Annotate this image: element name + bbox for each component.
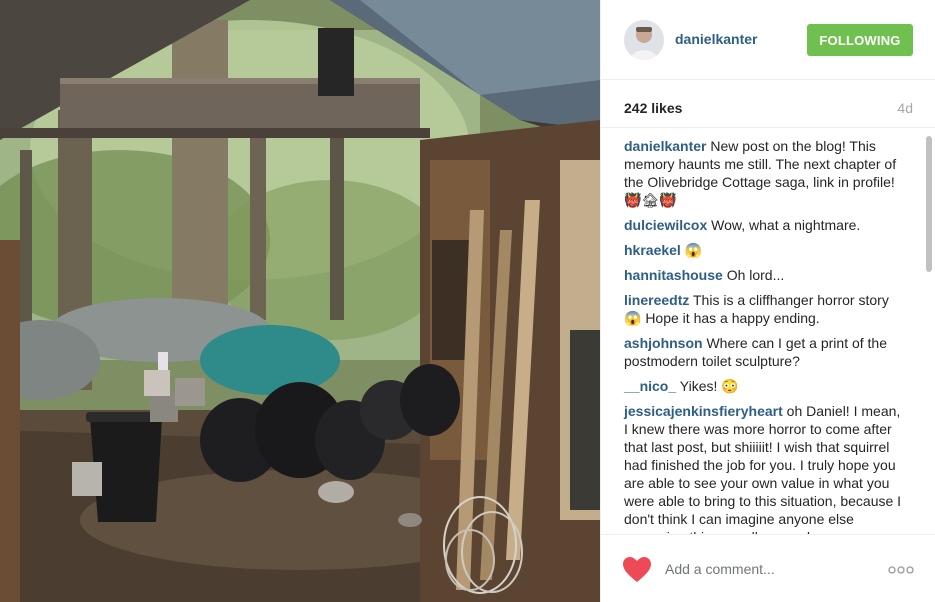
comment-username[interactable]: jessicajenkinsfieryheart bbox=[624, 403, 783, 419]
comment-list: danielkanter New post on the blog! This … bbox=[601, 128, 904, 534]
more-options-button[interactable] bbox=[887, 563, 915, 575]
comment-username[interactable]: hkraekel bbox=[624, 242, 681, 258]
post-side-panel: danielkanter FOLLOWING 242 likes 4d dani… bbox=[600, 0, 935, 602]
username-link[interactable]: danielkanter bbox=[675, 31, 757, 47]
post-view: danielkanter FOLLOWING 242 likes 4d dani… bbox=[0, 0, 935, 602]
comment-username[interactable]: __nico_ bbox=[624, 378, 676, 394]
heart-icon bbox=[623, 557, 651, 582]
profile-photo-icon bbox=[624, 20, 664, 60]
comment-item: dulciewilcox Wow, what a nightmare. bbox=[624, 216, 904, 234]
comment-item: __nico_ Yikes! 😳 bbox=[624, 377, 904, 395]
post-photo[interactable] bbox=[0, 0, 600, 602]
comment-text: oh Daniel! I mean, I knew there was more… bbox=[624, 403, 902, 534]
comments-scrollbar[interactable] bbox=[926, 136, 932, 272]
comment-item: hannitashouse Oh lord... bbox=[624, 266, 904, 284]
post-age[interactable]: 4d bbox=[897, 100, 913, 116]
like-button[interactable] bbox=[623, 557, 651, 583]
comment-input[interactable] bbox=[665, 557, 865, 581]
comment-username[interactable]: hannitashouse bbox=[624, 267, 723, 283]
comment-username[interactable]: ashjohnson bbox=[624, 335, 703, 351]
post-stats: 242 likes 4d bbox=[601, 80, 935, 128]
comment-username[interactable]: dulciewilcox bbox=[624, 217, 707, 233]
comment-item: jessicajenkinsfieryheart oh Daniel! I me… bbox=[624, 402, 904, 534]
more-options-icon bbox=[888, 566, 914, 574]
comment-text: Oh lord... bbox=[726, 267, 785, 283]
post-header: danielkanter FOLLOWING bbox=[601, 0, 935, 80]
comment-item: ashjohnson Where can I get a print of th… bbox=[624, 334, 904, 370]
avatar[interactable] bbox=[624, 20, 664, 60]
cabin-interior-photo bbox=[0, 0, 600, 602]
comments-section[interactable]: danielkanter New post on the blog! This … bbox=[601, 128, 935, 534]
comment-username[interactable]: danielkanter bbox=[624, 138, 706, 154]
comment-item: hkraekel 😱 bbox=[624, 241, 904, 259]
comment-item: danielkanter New post on the blog! This … bbox=[624, 137, 904, 209]
post-footer bbox=[601, 534, 935, 602]
comment-text: 😱 bbox=[684, 242, 703, 258]
likes-count[interactable]: 242 likes bbox=[624, 100, 682, 116]
comment-text: Yikes! 😳 bbox=[679, 378, 739, 394]
comment-item: linereedtz This is a cliffhanger horror … bbox=[624, 291, 904, 327]
comment-text: Wow, what a nightmare. bbox=[711, 217, 861, 233]
following-button[interactable]: FOLLOWING bbox=[807, 24, 913, 56]
comment-username[interactable]: linereedtz bbox=[624, 292, 689, 308]
